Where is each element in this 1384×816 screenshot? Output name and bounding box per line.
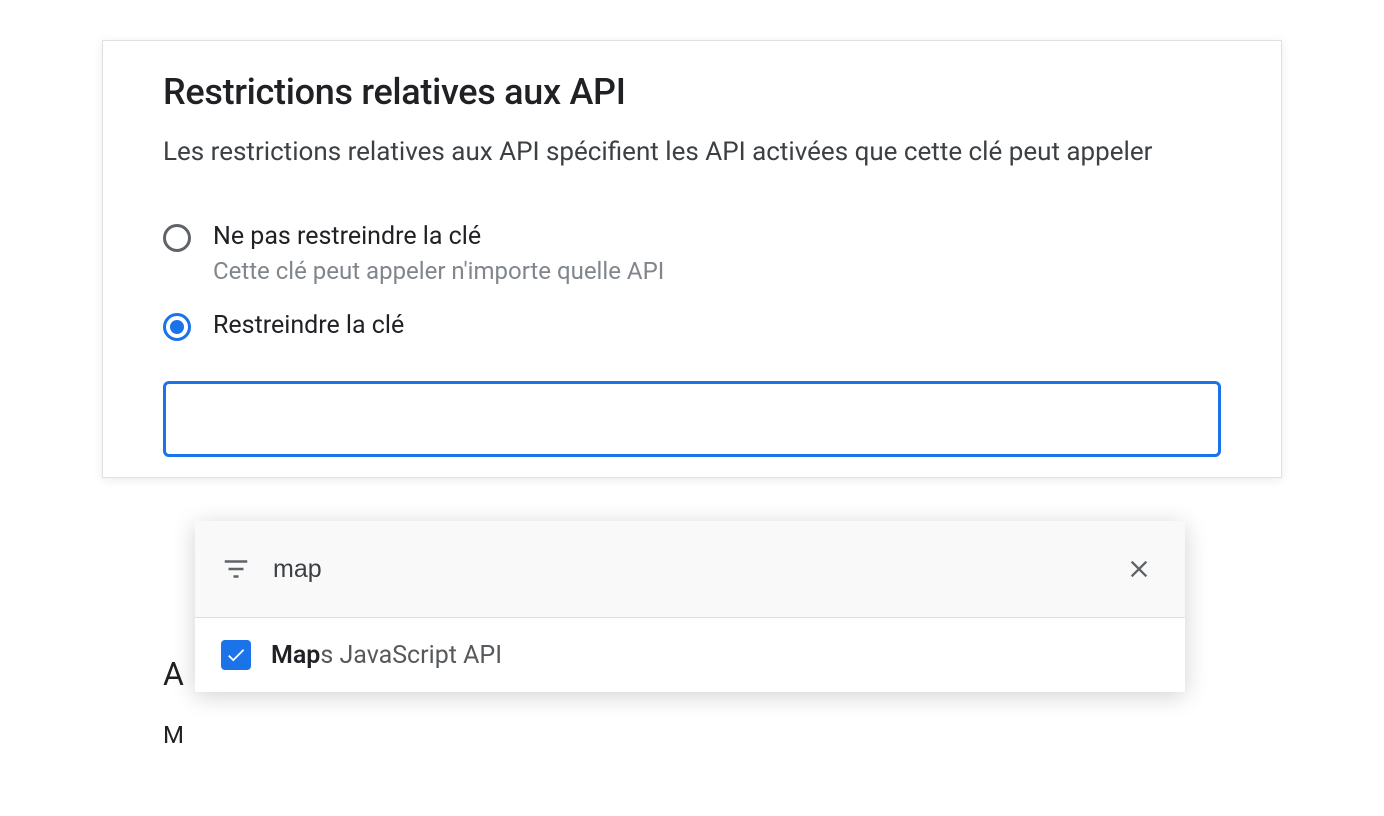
radio-restrict[interactable]: Restreindre la clé <box>163 311 1221 341</box>
section-title: Restrictions relatives aux API <box>163 71 1221 113</box>
dropdown-search-input[interactable] <box>271 554 1119 585</box>
result-checkbox-checked[interactable] <box>221 640 251 670</box>
dropdown-result-row[interactable]: Maps JavaScript API <box>195 618 1185 692</box>
api-select-combobox[interactable] <box>163 381 1221 457</box>
radio-sublabel: Cette clé peut appeler n'importe quelle … <box>213 257 664 285</box>
obscured-text-fragment: M <box>163 721 184 749</box>
radio-circle-unselected[interactable] <box>163 224 191 252</box>
result-label: Maps JavaScript API <box>271 641 502 670</box>
close-icon <box>1125 555 1153 583</box>
api-restrictions-panel: Restrictions relatives aux API Les restr… <box>102 40 1282 478</box>
checkmark-icon <box>225 644 247 666</box>
radio-no-restrict[interactable]: Ne pas restreindre la clé Cette clé peut… <box>163 222 1221 285</box>
obscured-heading-fragment: A <box>163 655 184 693</box>
radio-circle-selected[interactable] <box>163 313 191 341</box>
filter-icon <box>221 554 251 584</box>
radio-label: Ne pas restreindre la clé <box>213 222 664 251</box>
clear-search-button[interactable] <box>1119 549 1159 589</box>
radio-label: Restreindre la clé <box>213 311 404 340</box>
restriction-radio-group: Ne pas restreindre la clé Cette clé peut… <box>163 222 1221 341</box>
dropdown-search-row <box>195 521 1185 618</box>
api-dropdown-panel: Maps JavaScript API <box>195 521 1185 692</box>
section-description: Les restrictions relatives aux API spéci… <box>163 133 1221 172</box>
